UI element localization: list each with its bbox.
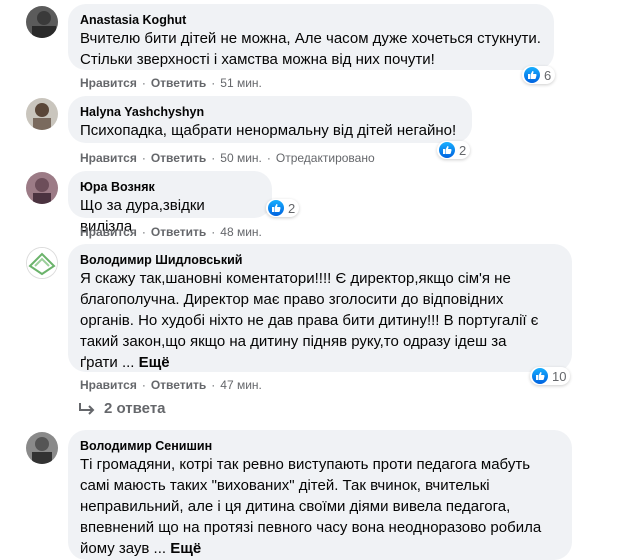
reaction-count[interactable]: 2 bbox=[266, 199, 300, 217]
comment-author[interactable]: Halyna Yashchyshyn bbox=[80, 104, 460, 120]
like-link[interactable]: Нравится bbox=[80, 378, 137, 392]
reaction-number: 2 bbox=[459, 142, 467, 158]
avatar-image bbox=[26, 432, 58, 464]
comment-author[interactable]: Володимир Шидловський bbox=[80, 252, 560, 268]
comment-text: Вчителю бити дітей не можна, Але часом д… bbox=[80, 30, 541, 68]
avatar[interactable] bbox=[26, 6, 58, 38]
comment-text-wrap: Ті громадяни, котрі так ревно виступають… bbox=[80, 454, 560, 559]
avatar[interactable] bbox=[26, 98, 58, 130]
view-replies-button[interactable]: 2 ответа bbox=[78, 400, 166, 417]
comment-text-wrap: Я скажу так,шановні коментатори!!!! Є ди… bbox=[80, 268, 560, 373]
timestamp[interactable]: 50 мин. bbox=[220, 151, 262, 165]
reply-arrow-icon bbox=[79, 402, 95, 415]
comment-actions: Нравится · Ответить · 50 мин. · Отредактиро… bbox=[80, 151, 375, 165]
comment-bubble: Halyna Yashchyshyn Психопадка, щабрати н… bbox=[68, 96, 472, 143]
timestamp[interactable]: 51 мин. bbox=[220, 76, 262, 90]
comment-bubble: Anastasia Koghut Вчителю бити дітей не м… bbox=[68, 4, 554, 70]
thumbs-up-icon bbox=[524, 67, 540, 83]
comment-author[interactable]: Володимир Сенишин bbox=[80, 438, 560, 454]
reply-link[interactable]: Ответить bbox=[151, 76, 206, 90]
reply-link[interactable]: Ответить bbox=[151, 378, 206, 392]
avatar[interactable] bbox=[26, 432, 58, 464]
like-link[interactable]: Нравится bbox=[80, 151, 137, 165]
avatar-image bbox=[27, 248, 57, 278]
reply-link[interactable]: Ответить bbox=[151, 225, 206, 239]
comment-text: Психопадка, щабрати ненормальну від діте… bbox=[80, 122, 457, 139]
reply-link[interactable]: Ответить bbox=[151, 151, 206, 165]
comment-bubble: Володимир Сенишин Ті громадяни, котрі та… bbox=[68, 430, 572, 560]
see-more-link[interactable]: Ещё bbox=[139, 354, 170, 371]
avatar-image bbox=[26, 172, 58, 204]
comment-actions: Нравится · Ответить · 47 мин. bbox=[80, 378, 262, 392]
reaction-count[interactable]: 6 bbox=[522, 66, 556, 84]
comment-author[interactable]: Anastasia Koghut bbox=[80, 12, 542, 28]
replies-count-label: 2 ответа bbox=[104, 400, 166, 417]
avatar[interactable] bbox=[26, 172, 58, 204]
comment-actions: Нравится · Ответить · 51 мин. bbox=[80, 76, 262, 90]
thumbs-up-icon bbox=[532, 368, 548, 384]
reaction-count[interactable]: 10 bbox=[530, 367, 571, 385]
avatar-image bbox=[26, 6, 58, 38]
avatar-image bbox=[26, 98, 58, 130]
comment-actions: Нравится · Ответить · 48 мин. bbox=[80, 225, 262, 239]
reaction-number: 10 bbox=[552, 368, 567, 384]
comment-bubble: Юра Возняк Що за дура,звідки вилізла bbox=[68, 171, 272, 235]
comment-bubble: Володимир Шидловський Я скажу так,шановн… bbox=[68, 244, 572, 372]
timestamp[interactable]: 47 мин. bbox=[220, 378, 262, 392]
timestamp[interactable]: 48 мин. bbox=[220, 225, 262, 239]
reaction-number: 6 bbox=[544, 67, 552, 83]
thumbs-up-icon bbox=[439, 142, 455, 158]
like-link[interactable]: Нравится bbox=[80, 76, 137, 90]
comment-text: Ті громадяни, котрі так ревно виступають… bbox=[80, 456, 542, 557]
reaction-number: 2 bbox=[288, 200, 296, 216]
like-link[interactable]: Нравится bbox=[80, 225, 137, 239]
comment-author[interactable]: Юра Возняк bbox=[80, 179, 260, 195]
reaction-count[interactable]: 2 bbox=[437, 141, 471, 159]
thumbs-up-icon bbox=[268, 200, 284, 216]
edited-label[interactable]: Отредактировано bbox=[276, 151, 375, 165]
avatar[interactable] bbox=[26, 247, 58, 279]
